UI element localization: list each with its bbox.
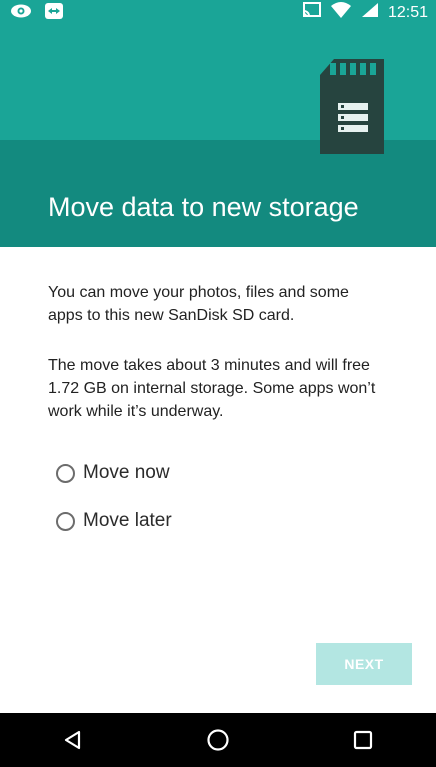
home-circle-icon [207,729,229,751]
next-button[interactable]: NEXT [316,643,412,685]
status-bar: 12:51 [0,0,436,24]
status-left-icons [10,2,64,25]
cast-icon [302,2,322,23]
back-triangle-icon [64,730,80,750]
radio-option-move-now[interactable]: Move now [56,462,170,484]
teamviewer-icon [44,2,64,25]
header: Move data to new storage [0,24,436,247]
navigation-bar [0,713,436,767]
back-button[interactable] [48,720,98,760]
radio-button-icon[interactable] [56,511,75,531]
radio-button-icon[interactable] [56,463,75,483]
battery-icon [360,1,380,24]
eye-icon [10,2,32,25]
sd-card-icon [320,59,384,154]
status-clock: 12:51 [387,3,428,21]
page-title: Move data to new storage [48,192,359,222]
recents-square-icon [354,730,373,750]
description-paragraph-1: You can move your photos, files and some… [48,284,349,324]
home-button[interactable] [193,720,243,760]
recents-button[interactable] [338,720,388,760]
description-paragraph-2: The move takes about 3 minutes and will … [48,357,376,420]
radio-label-move-later: Move later [83,510,172,531]
radio-label-move-now: Move now [83,462,170,483]
wifi-icon [330,1,352,24]
status-right-icons: 12:51 [302,1,428,24]
radio-option-move-later[interactable]: Move later [56,510,172,532]
